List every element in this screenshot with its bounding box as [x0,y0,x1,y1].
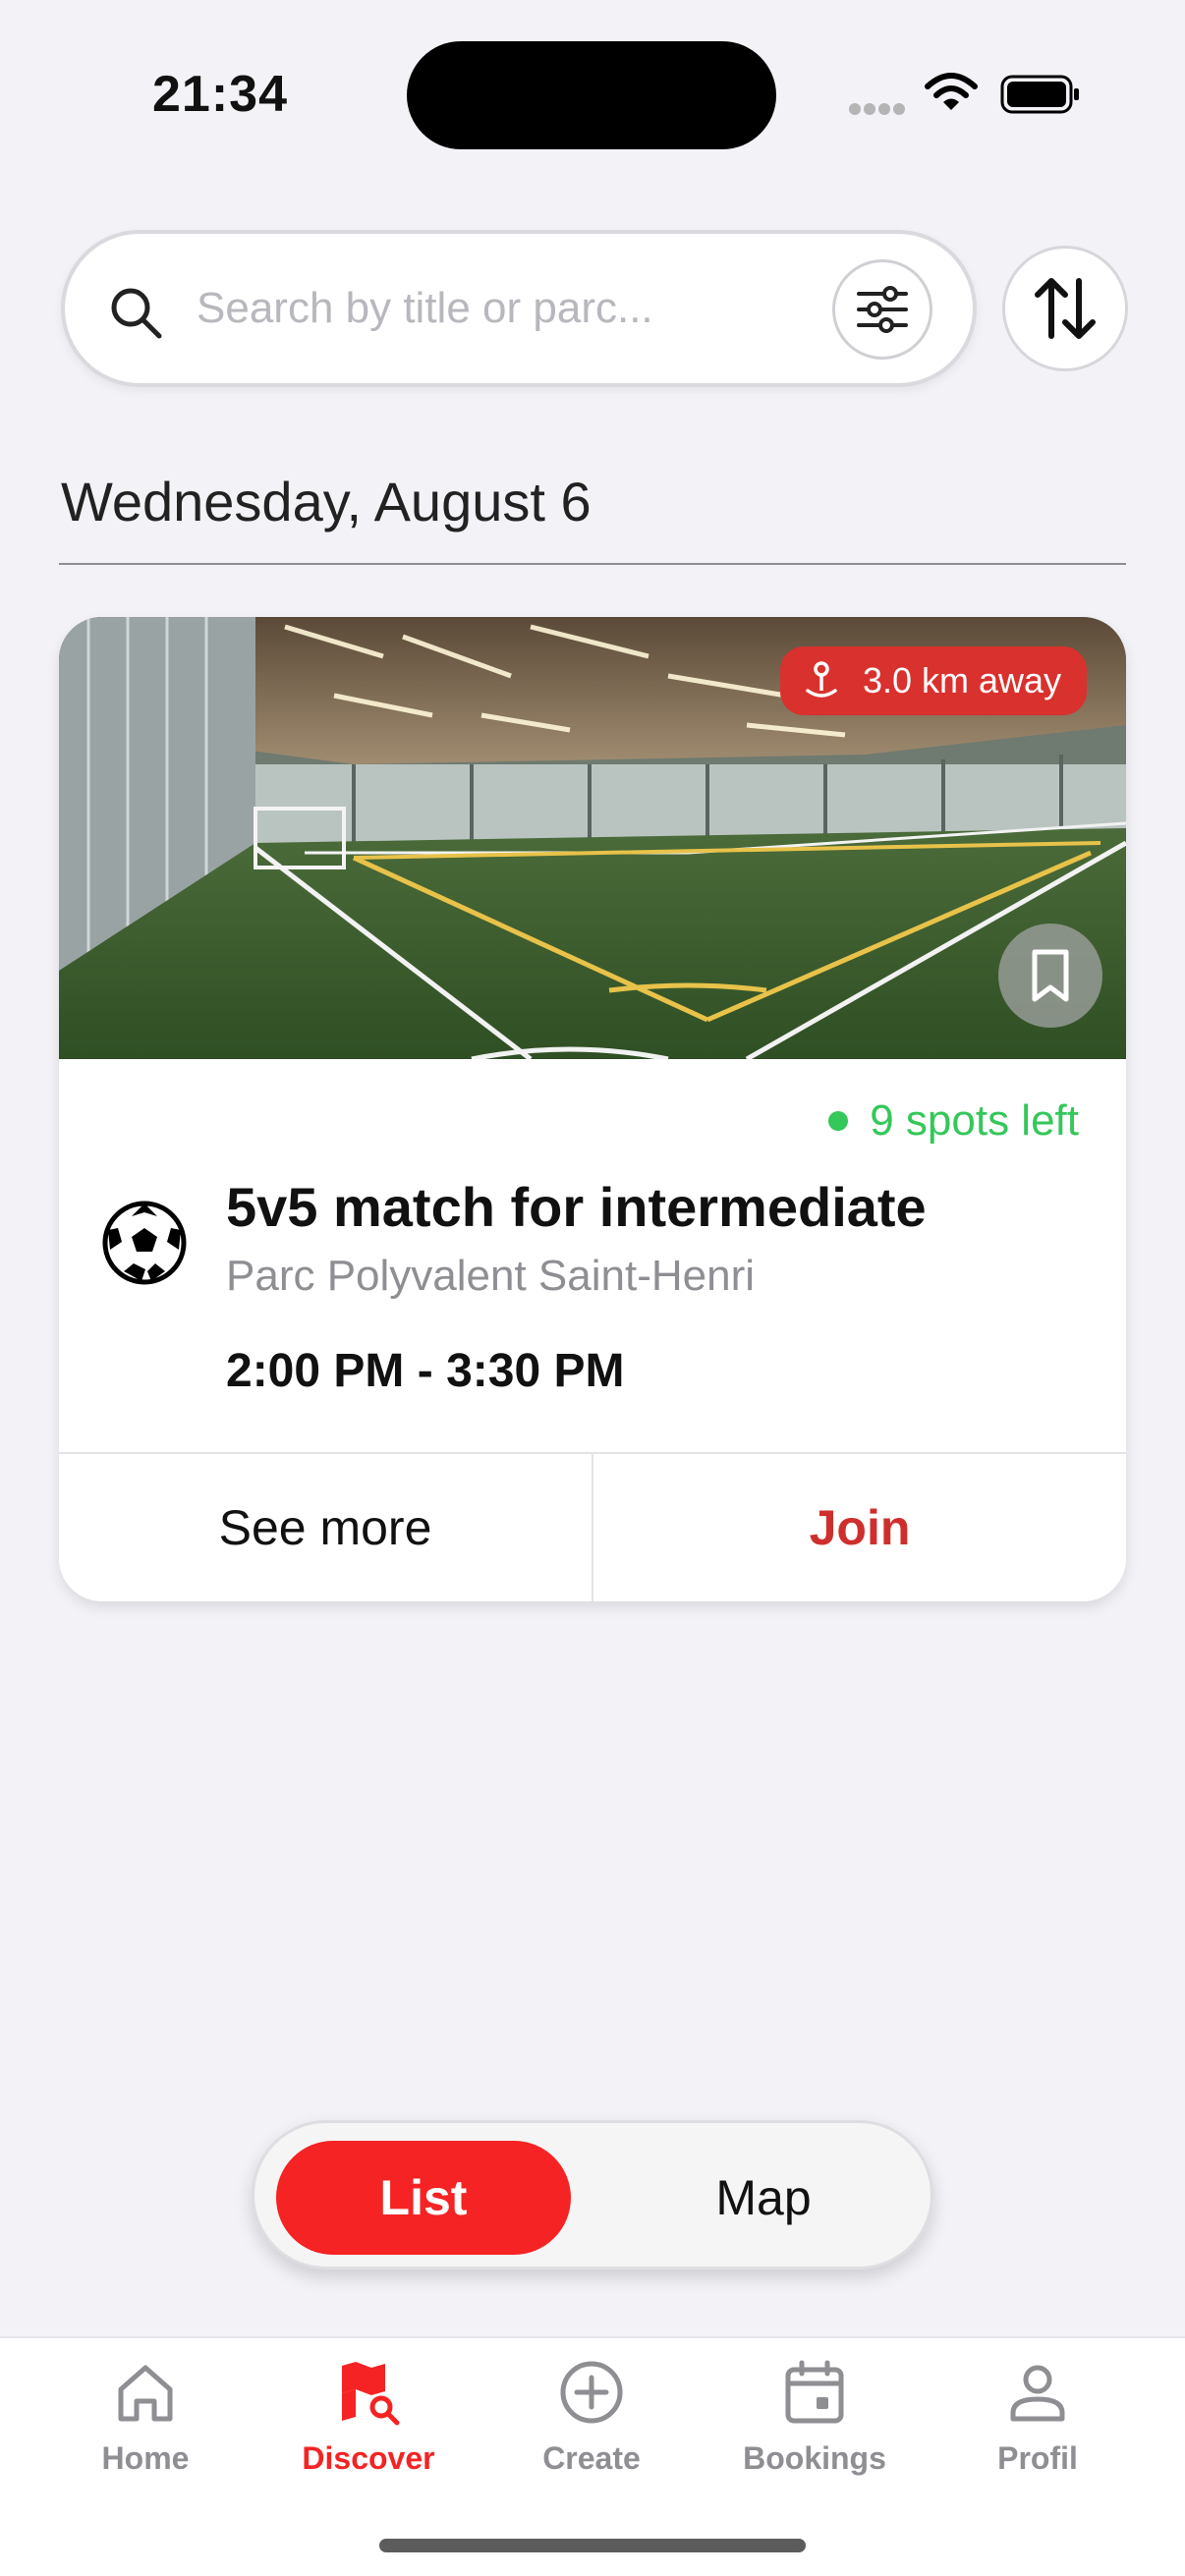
cellular-signal-icon [849,102,908,120]
tab-profil[interactable]: Profil [939,2358,1136,2505]
distance-text: 3.0 km away [863,660,1062,700]
date-header: Wednesday, August 6 [61,471,592,532]
bookmark-button[interactable] [998,924,1102,1028]
view-toggle: List Map [252,2120,933,2269]
tab-create[interactable]: Create [493,2358,690,2505]
bookmark-icon [1032,949,1069,1002]
search-input[interactable] [197,273,825,344]
location-pin-icon [806,661,837,698]
join-button[interactable]: Join [593,1454,1126,1601]
status-bar: 21:34 [0,0,1185,196]
availability-dot [828,1111,849,1131]
see-more-button[interactable]: See more [59,1454,593,1601]
tab-home[interactable]: Home [47,2358,244,2505]
tab-discover-label: Discover [302,2440,435,2476]
tab-bookings-label: Bookings [743,2440,886,2476]
home-indicator [379,2539,806,2552]
search-icon [111,288,162,339]
dynamic-island [407,41,776,149]
spots-left-text: 9 spots left [870,1096,1079,1145]
distance-badge: 3.0 km away [780,646,1088,715]
card-actions: See more Join [59,1452,1126,1601]
person-icon [1010,2365,1065,2422]
status-time: 21:34 [152,66,288,123]
filter-button[interactable] [832,259,932,360]
tab-profil-label: Profil [997,2440,1078,2476]
spots-left-indicator: 9 spots left [828,1096,1079,1146]
sliders-icon [857,286,908,333]
home-icon [118,2365,173,2422]
battery-icon [1000,75,1079,114]
event-time: 2:00 PM - 3:30 PM [226,1345,625,1397]
tab-bookings[interactable]: Bookings [716,2358,913,2505]
tab-create-label: Create [542,2440,641,2476]
event-title: 5v5 match for intermediate [226,1176,927,1238]
tab-discover[interactable]: Discover [270,2358,467,2505]
sort-button[interactable] [1002,246,1128,371]
divider [59,563,1126,565]
event-card[interactable]: 3.0 km away 9 spots left 5v5 match for i… [59,617,1126,1601]
plus-circle-icon [560,2361,623,2424]
soccer-ball-icon [102,1201,187,1285]
list-view-button[interactable]: List [276,2141,571,2255]
search-bar[interactable] [61,230,977,387]
sort-arrows-icon [1035,278,1096,339]
discover-map-icon [342,2362,400,2426]
event-venue: Parc Polyvalent Saint-Henri [226,1252,756,1300]
wifi-icon [925,73,978,110]
map-view-button[interactable]: Map [616,2141,911,2255]
calendar-icon [785,2360,844,2424]
tab-home-label: Home [101,2440,190,2476]
